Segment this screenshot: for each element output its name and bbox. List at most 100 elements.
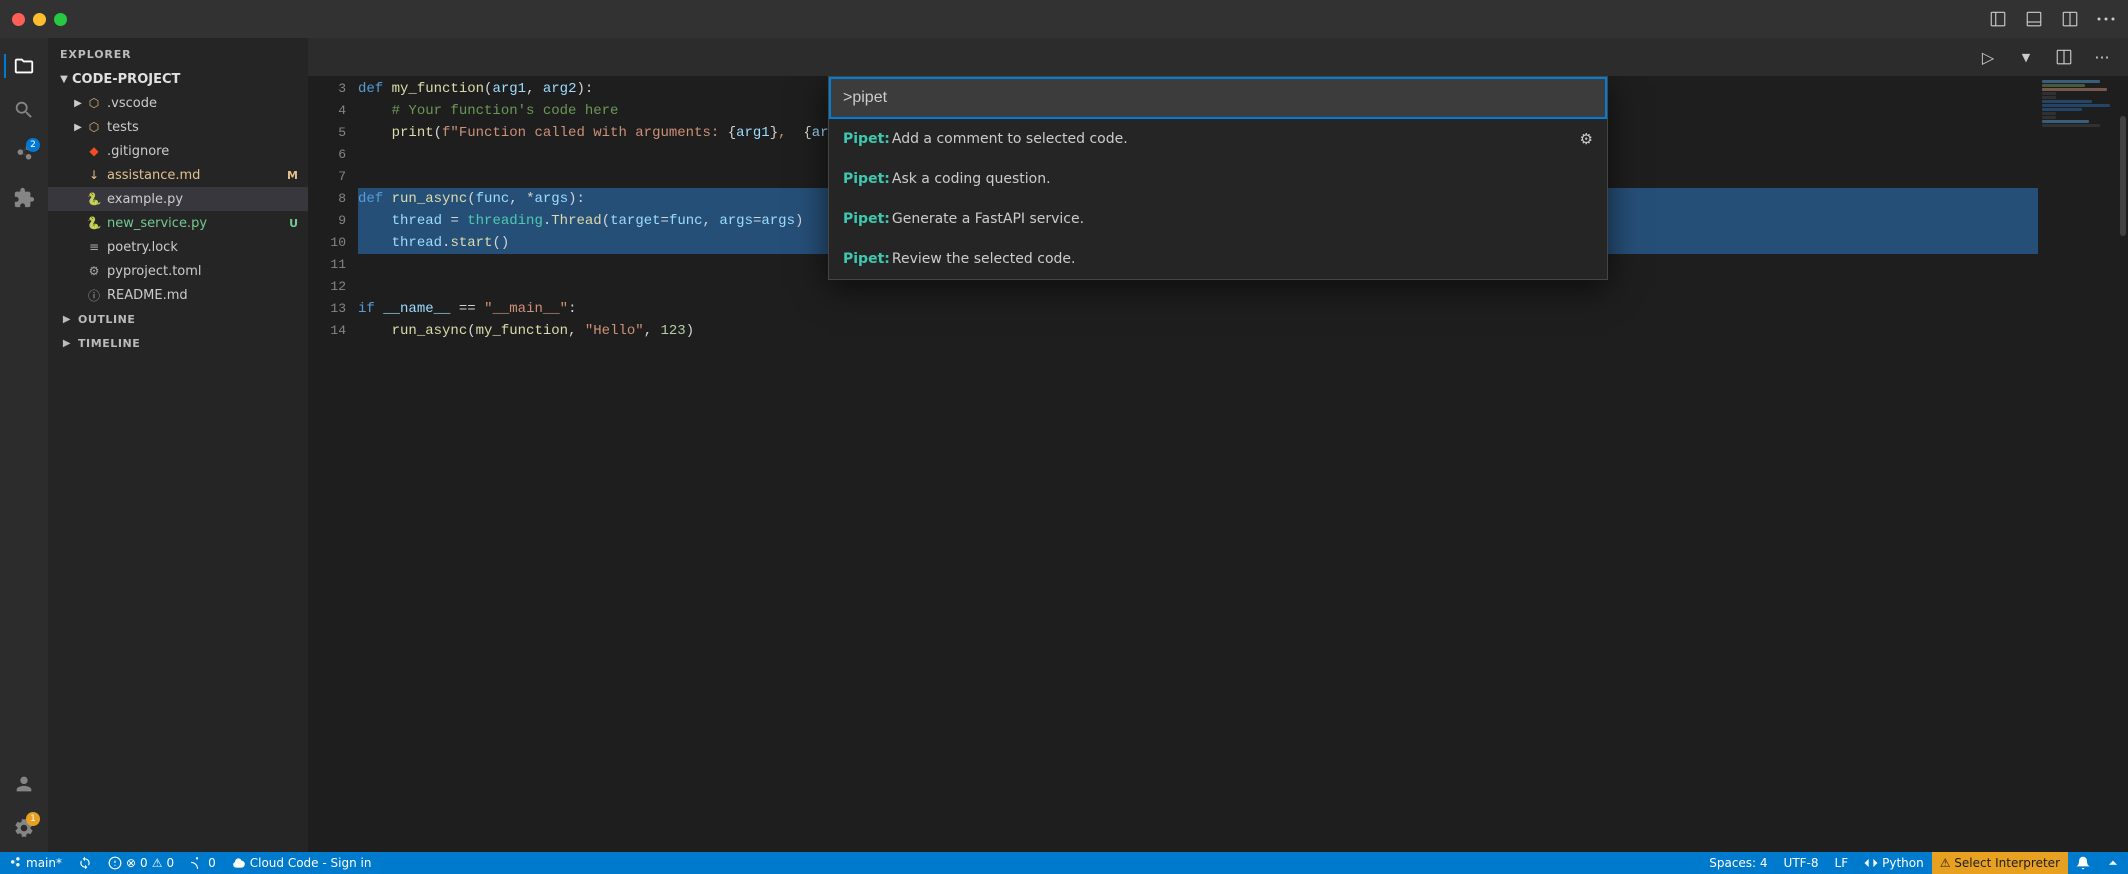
tree-item-readme[interactable]: ⓘ README.md <box>48 283 308 307</box>
settings-file-icon: ⚙ <box>86 263 102 279</box>
command-item-prefix: Pipet: <box>843 211 890 227</box>
command-item-gen-fastapi[interactable]: Pipet: Generate a FastAPI service. <box>829 199 1607 239</box>
run-button[interactable]: ▷ <box>1974 43 2002 71</box>
status-language[interactable]: Python <box>1856 852 1932 874</box>
folder-icon: ⬡ <box>86 119 102 135</box>
main-area: 2 1 Explorer ▼ CODE-PROJECT ▶ ⬡ .vscode … <box>0 38 2128 852</box>
vscode-label: .vscode <box>107 96 308 111</box>
example-label: example.py <box>107 192 308 207</box>
command-item-ask-question[interactable]: Pipet: Ask a coding question. <box>829 159 1607 199</box>
status-errors[interactable]: ⊗ 0 ⚠ 0 <box>100 852 182 874</box>
split-editor-button[interactable] <box>2050 43 2078 71</box>
command-item-review-code[interactable]: Pipet: Review the selected code. <box>829 239 1607 279</box>
eol-label: LF <box>1835 856 1849 870</box>
scrollbar[interactable] <box>2118 76 2128 852</box>
minimize-button[interactable] <box>33 13 46 26</box>
toggle-sidebar-icon[interactable] <box>1988 9 2008 29</box>
tests-chevron: ▶ <box>70 119 86 135</box>
close-button[interactable] <box>12 13 25 26</box>
editor-area: ▷ ▼ ··· 3 4 5 6 7 8 9 <box>308 38 2128 852</box>
maximize-button[interactable] <box>54 13 67 26</box>
status-bar: main* ⊗ 0 ⚠ 0 0 Cloud Code - Sign in Spa… <box>0 852 2128 874</box>
encoding-label: UTF-8 <box>1784 856 1819 870</box>
command-palette[interactable]: Pipet: Add a comment to selected code. ⚙… <box>828 76 1608 280</box>
no-config-num: 0 <box>208 856 216 870</box>
status-encoding[interactable]: UTF-8 <box>1776 852 1827 874</box>
activity-item-search[interactable] <box>4 90 44 130</box>
warning-icon: ⚠ <box>152 856 163 870</box>
section-timeline[interactable]: ▶ TIMELINE <box>48 331 308 355</box>
root-label: CODE-PROJECT <box>72 72 308 87</box>
tree-item-new-service[interactable]: 🐍 new_service.py U <box>48 211 308 235</box>
outline-label: OUTLINE <box>78 313 135 326</box>
interpreter-warning-label: ⚠ Select Interpreter <box>1940 856 2060 870</box>
vscode-chevron: ▶ <box>70 95 86 111</box>
status-interpreter[interactable]: ⚠ Select Interpreter <box>1932 852 2068 874</box>
status-branch[interactable]: main* <box>0 852 70 874</box>
status-no-config[interactable]: 0 <box>182 852 224 874</box>
command-item-add-comment[interactable]: Pipet: Add a comment to selected code. ⚙ <box>829 119 1607 159</box>
more-editor-options-button[interactable]: ··· <box>2088 43 2116 71</box>
status-bell[interactable] <box>2068 852 2098 874</box>
command-item-text: Generate a FastAPI service. <box>892 211 1084 227</box>
spaces-label: Spaces: 4 <box>1709 856 1767 870</box>
tree-item-assistance[interactable]: ↓ assistance.md M <box>48 163 308 187</box>
minimap-content <box>2038 76 2118 132</box>
new-service-badge: U <box>289 217 298 230</box>
tree-root[interactable]: ▼ CODE-PROJECT <box>48 67 308 91</box>
timeline-label: TIMELINE <box>78 337 140 350</box>
assistance-badge: M <box>287 169 298 182</box>
lock-icon: ≡ <box>86 239 102 255</box>
folder-icon: ⬡ <box>86 95 102 111</box>
activity-item-source-control[interactable]: 2 <box>4 134 44 174</box>
activity-item-extensions[interactable] <box>4 178 44 218</box>
markdown-icon: ↓ <box>86 167 102 183</box>
assistance-label: assistance.md <box>107 168 287 183</box>
minimap <box>2038 76 2118 852</box>
command-input[interactable] <box>843 89 1593 107</box>
scrollbar-thumb[interactable] <box>2120 116 2126 236</box>
activity-item-account[interactable] <box>4 764 44 804</box>
section-outline[interactable]: ▶ OUTLINE <box>48 307 308 331</box>
status-remote[interactable]: Cloud Code - Sign in <box>224 852 380 874</box>
status-sync[interactable] <box>70 852 100 874</box>
run-dropdown-button[interactable]: ▼ <box>2012 43 2040 71</box>
source-control-badge: 2 <box>26 138 40 152</box>
remote-label: Cloud Code - Sign in <box>250 856 372 870</box>
gitignore-label: .gitignore <box>107 144 308 159</box>
poetry-lock-label: poetry.lock <box>107 240 308 255</box>
tree-item-example[interactable]: 🐍 example.py <box>48 187 308 211</box>
titlebar-actions <box>1988 9 2116 29</box>
status-git-extra[interactable] <box>2098 852 2128 874</box>
error-num: 0 <box>140 856 148 870</box>
command-item-prefix: Pipet: <box>843 131 890 147</box>
toggle-panel-icon[interactable] <box>2024 9 2044 29</box>
settings-badge: 1 <box>26 812 40 826</box>
new-service-label: new_service.py <box>107 216 289 231</box>
traffic-lights <box>12 13 67 26</box>
tree-item-tests[interactable]: ▶ ⬡ tests <box>48 115 308 139</box>
command-item-prefix: Pipet: <box>843 251 890 267</box>
more-options-icon[interactable] <box>2096 9 2116 29</box>
timeline-chevron: ▶ <box>60 336 74 350</box>
outline-chevron: ▶ <box>60 312 74 326</box>
activity-item-settings[interactable]: 1 <box>4 808 44 848</box>
tree-item-gitignore[interactable]: ◆ .gitignore <box>48 139 308 163</box>
code-line-13: if __name__ == "__main__": <box>358 298 2038 320</box>
activity-bar: 2 1 <box>0 38 48 852</box>
tree-item-poetry-lock[interactable]: ≡ poetry.lock <box>48 235 308 259</box>
tests-label: tests <box>107 120 308 135</box>
status-spaces[interactable]: Spaces: 4 <box>1701 852 1775 874</box>
tree-item-vscode[interactable]: ▶ ⬡ .vscode <box>48 91 308 115</box>
command-item-text: Ask a coding question. <box>892 171 1051 187</box>
tree-item-pyproject[interactable]: ⚙ pyproject.toml <box>48 259 308 283</box>
status-eol[interactable]: LF <box>1827 852 1857 874</box>
split-editor-icon[interactable] <box>2060 9 2080 29</box>
command-item-text: Review the selected code. <box>892 251 1076 267</box>
git-icon: ◆ <box>86 143 102 159</box>
language-label: Python <box>1882 856 1924 870</box>
activity-item-explorer[interactable] <box>4 46 44 86</box>
python-icon: 🐍 <box>86 215 102 231</box>
command-input-wrap[interactable] <box>829 77 1607 119</box>
gear-icon[interactable]: ⚙ <box>1580 130 1593 148</box>
